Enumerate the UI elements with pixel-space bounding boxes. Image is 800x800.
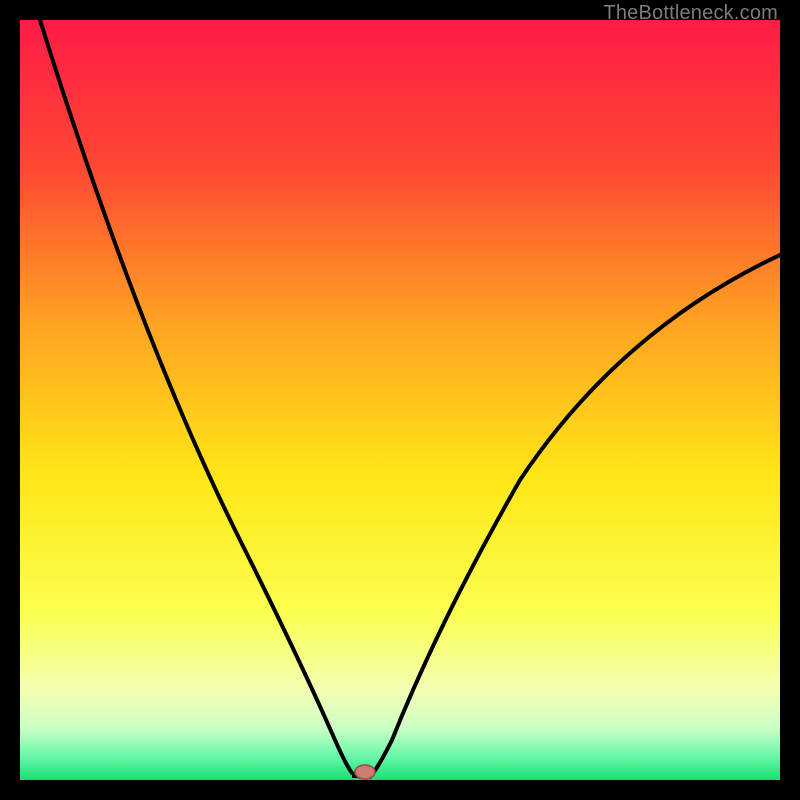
curve-left bbox=[40, 20, 360, 777]
curve-right bbox=[370, 255, 780, 777]
chart-container: TheBottleneck.com bbox=[0, 0, 800, 800]
plot-area bbox=[20, 20, 780, 780]
watermark-text: TheBottleneck.com bbox=[603, 2, 778, 25]
bottleneck-curve bbox=[20, 20, 780, 780]
minimum-marker bbox=[355, 765, 375, 779]
